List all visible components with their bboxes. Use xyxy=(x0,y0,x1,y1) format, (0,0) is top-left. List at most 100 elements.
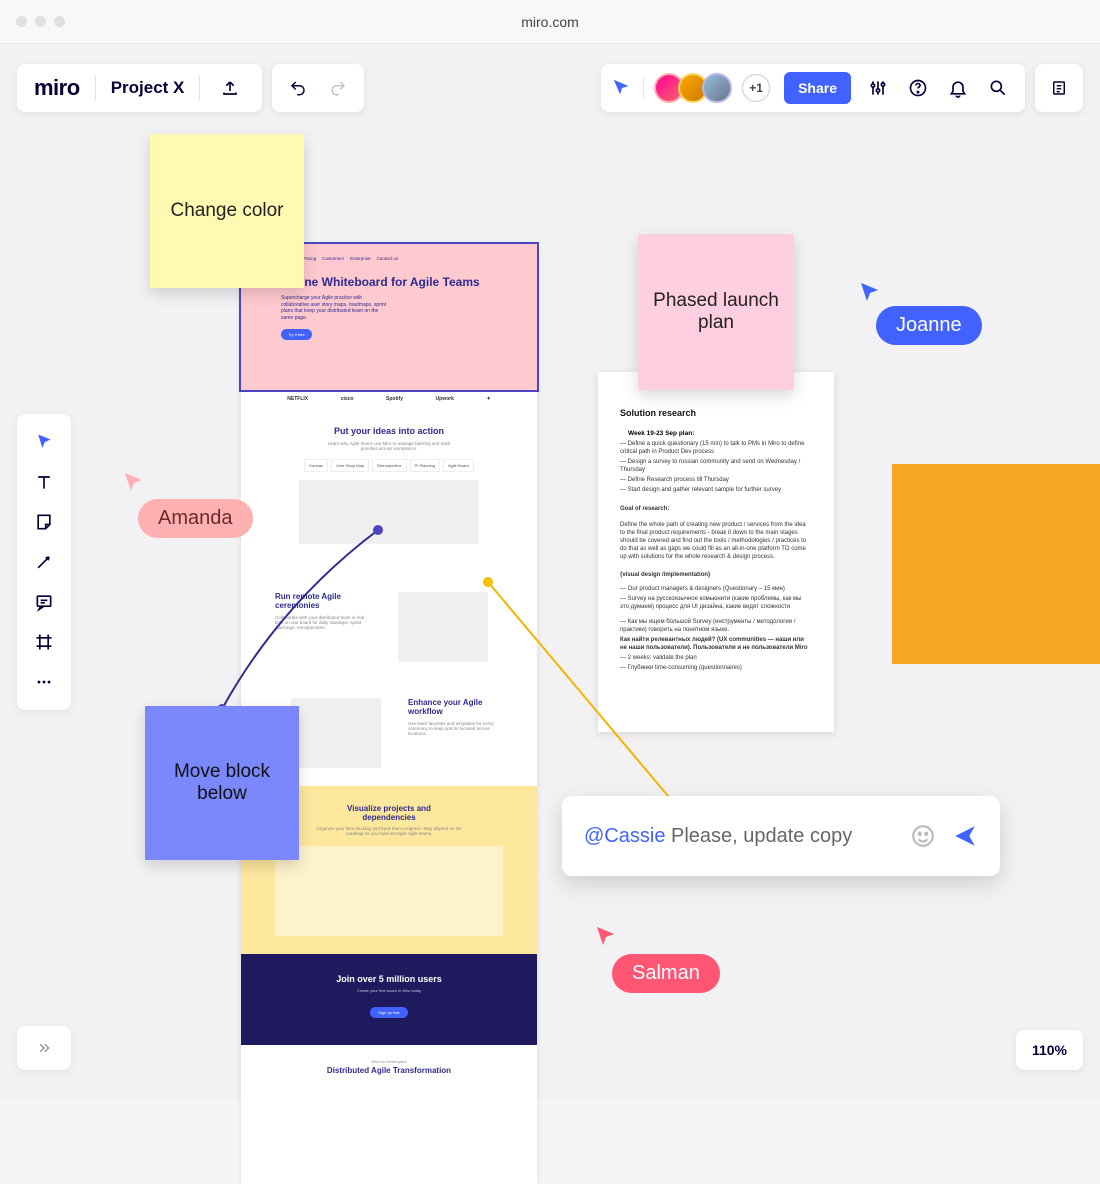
sticky-text: Phased launch plan xyxy=(652,290,780,334)
notes-panel-button[interactable] xyxy=(1035,64,1083,112)
canvas[interactable]: miro Project X +1 xyxy=(0,44,1100,1100)
doc-line: — Как мы ищем большой Survey (инструмент… xyxy=(620,618,812,634)
section-title: Visualize projects and dependencies xyxy=(324,804,454,822)
divider xyxy=(643,77,644,99)
image-placeholder xyxy=(299,480,479,544)
shape-tool[interactable] xyxy=(17,542,71,582)
section-title: Distributed Agile Transformation xyxy=(275,1066,503,1075)
text-icon xyxy=(34,472,54,492)
top-right-toolbar: +1 Share xyxy=(601,64,1083,112)
tabs-row: Kanban User Story Map Retrospective PI P… xyxy=(275,459,503,472)
redo-icon xyxy=(329,79,347,97)
more-tools[interactable] xyxy=(17,662,71,702)
help-icon xyxy=(908,78,928,98)
section-desc: Organize your item backlog and track tea… xyxy=(309,826,469,836)
window-controls xyxy=(16,16,65,27)
image-card[interactable] xyxy=(892,464,1100,664)
image-placeholder xyxy=(275,846,503,936)
comment-text[interactable]: @Cassie Please, update copy xyxy=(584,825,910,848)
board-info-card: miro Project X xyxy=(17,64,262,112)
browser-url: miro.com xyxy=(521,14,579,30)
chevron-double-right-icon xyxy=(35,1039,53,1057)
close-window-icon[interactable] xyxy=(16,16,27,27)
doc-line: Как найти релевантных людей? (UX communi… xyxy=(620,636,812,652)
doc-line: — 2 weeks: validate the plan xyxy=(620,654,812,662)
sticky-note[interactable]: Phased launch plan xyxy=(638,234,794,390)
browser-chrome: miro.com xyxy=(0,0,1100,44)
section-desc: Learn why Agile teams use Miro to manage… xyxy=(319,441,459,451)
remote-cursor-label: Joanne xyxy=(876,306,982,345)
zoom-level[interactable]: 110% xyxy=(1016,1030,1083,1070)
section-tag: Miro for Developers xyxy=(275,1059,503,1064)
emoji-button[interactable] xyxy=(910,823,936,849)
doc-line: Define the whole path of creating new pr… xyxy=(620,521,812,561)
more-collaborators-badge[interactable]: +1 xyxy=(742,74,770,102)
sticky-tool[interactable] xyxy=(17,502,71,542)
collaborators-card: +1 Share xyxy=(601,64,1025,112)
section-desc: Use team favorites and templates for eve… xyxy=(408,721,503,736)
cursor-icon xyxy=(34,432,54,452)
search-button[interactable] xyxy=(981,64,1015,112)
maximize-window-icon[interactable] xyxy=(54,16,65,27)
cursor-pointer-icon xyxy=(122,470,146,494)
section-footer-promo: Miro for Developers Distributed Agile Tr… xyxy=(241,1045,537,1094)
comment-tool[interactable] xyxy=(17,582,71,622)
doc-line: — Define a quick questionary (15 min) to… xyxy=(620,440,812,456)
doc-line: — Design a survey to russian community a… xyxy=(620,458,812,474)
minimize-window-icon[interactable] xyxy=(35,16,46,27)
hero-cta-button: Try it free xyxy=(281,329,312,340)
select-tool[interactable] xyxy=(17,422,71,462)
notifications-button[interactable] xyxy=(941,64,975,112)
notes-icon xyxy=(1050,79,1068,97)
doc-subheading: Goal of research: xyxy=(620,505,812,513)
sticky-note[interactable]: Change color xyxy=(150,134,304,288)
upload-icon xyxy=(221,79,239,97)
avatar[interactable] xyxy=(702,73,732,103)
doc-title: Solution research xyxy=(620,408,812,418)
comment-input[interactable]: @Cassie Please, update copy xyxy=(562,796,1000,876)
section-ideas: Put your ideas into action Learn why Agi… xyxy=(241,408,537,562)
frame-icon xyxy=(34,632,54,652)
hero-description: Supercharge your Agile practice with col… xyxy=(281,295,391,321)
export-button[interactable] xyxy=(215,64,245,112)
undo-button[interactable] xyxy=(278,64,318,112)
doc-line: — Define Research process till Thursday xyxy=(620,476,812,484)
app-logo[interactable]: miro xyxy=(34,75,80,101)
section-cta: Join over 5 million users Create your fr… xyxy=(241,954,537,1045)
sticky-text: Change color xyxy=(170,200,283,222)
frame-tool[interactable] xyxy=(17,622,71,662)
board-title[interactable]: Project X xyxy=(111,78,185,98)
expand-toolbar-button[interactable] xyxy=(17,1026,71,1070)
image-placeholder xyxy=(398,592,488,662)
section-title: Enhance your Agile workflow xyxy=(408,698,503,716)
section-ceremonies: Run remote Agile ceremonies Collaborate … xyxy=(241,562,537,680)
text-tool[interactable] xyxy=(17,462,71,502)
sticky-note[interactable]: Move block below xyxy=(145,706,299,860)
remote-cursor-label: Amanda xyxy=(138,499,253,538)
redo-button[interactable] xyxy=(318,64,358,112)
sticky-note-icon xyxy=(34,512,54,532)
cta-button: Sign up free xyxy=(370,1007,408,1018)
cursor-pointer-icon xyxy=(594,924,618,948)
settings-button[interactable] xyxy=(861,64,895,112)
hero-title: Online Whiteboard for Agile Teams xyxy=(281,275,497,289)
hand-image xyxy=(1072,486,1100,616)
bell-icon xyxy=(948,78,968,98)
section-title: Run remote Agile ceremonies xyxy=(275,592,370,610)
undo-icon xyxy=(289,79,307,97)
section-desc: Collaborate with your distributed team i… xyxy=(275,615,370,630)
research-document[interactable]: Solution research Week 19-23 Sep plan: —… xyxy=(598,372,834,732)
comment-body: Please, update copy xyxy=(665,825,852,847)
doc-subheading: {visual design /implementation} xyxy=(620,571,812,579)
arrow-icon xyxy=(34,552,54,572)
comment-icon xyxy=(34,592,54,612)
help-button[interactable] xyxy=(901,64,935,112)
cursor-pointer-icon xyxy=(858,280,882,304)
section-title: Put your ideas into action xyxy=(275,426,503,436)
more-icon xyxy=(34,672,54,692)
send-button[interactable] xyxy=(952,823,978,849)
mention: @Cassie xyxy=(584,825,665,847)
share-button[interactable]: Share xyxy=(784,72,851,104)
doc-line: — Глубинки time-consuming (questionnaire… xyxy=(620,664,812,672)
cursor-mode-icon[interactable] xyxy=(611,77,633,99)
